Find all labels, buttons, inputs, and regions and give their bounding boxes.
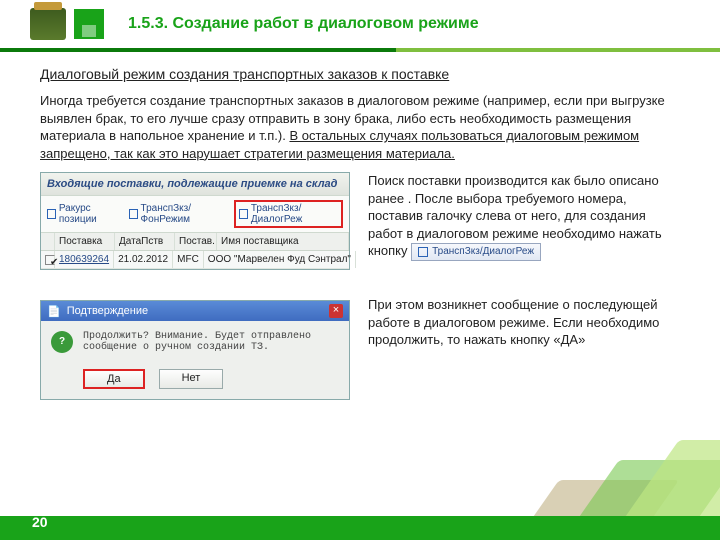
doc-icon xyxy=(129,209,138,219)
deliveries-toolbar: Ракурс позиции ТранспЗкз/ФонРежим Трансп… xyxy=(41,195,349,233)
crest-logo xyxy=(30,8,66,40)
no-button[interactable]: Нет xyxy=(159,369,224,389)
toolbar-view[interactable]: Ракурс позиции xyxy=(47,203,121,225)
brand-square xyxy=(74,9,104,39)
section-subtitle: Диалоговый режим создания транспортных з… xyxy=(40,66,680,82)
yes-button[interactable]: Да xyxy=(83,369,145,389)
close-icon[interactable]: × xyxy=(329,304,343,318)
page-title: 1.5.3. Создание работ в диалоговом режим… xyxy=(128,15,479,33)
grid-header: Поставка ДатаПств Постав. Имя поставщика xyxy=(41,233,349,251)
table-row[interactable]: ✔ 180639264 21.02.2012 MFC ООО "Марвелен… xyxy=(41,251,349,269)
row-checkbox[interactable]: ✔ xyxy=(45,255,55,265)
question-icon: ? xyxy=(51,331,73,353)
toolbar-dialog[interactable]: ТранспЗкз/ДиалогРеж xyxy=(234,200,343,228)
confirm-message: Продолжить? Внимание. Будет отправлено с… xyxy=(83,331,339,353)
instruction-1: Поиск поставки производится как было опи… xyxy=(368,172,680,270)
doc-icon xyxy=(418,247,428,257)
confirm-title: Подтверждение xyxy=(67,305,148,317)
info-icon: 📄 xyxy=(47,305,61,318)
delivery-number[interactable]: 180639264 xyxy=(55,251,114,268)
instruction-2: При этом возникнет сообщение о последующ… xyxy=(368,296,680,400)
deliveries-title: Входящие поставки, подлежащие приемке на… xyxy=(41,173,349,195)
intro-paragraph: Иногда требуется создание транспортных з… xyxy=(40,92,680,162)
confirm-titlebar: 📄 Подтверждение × xyxy=(41,301,349,321)
screenshot-deliveries: Входящие поставки, подлежащие приемке на… xyxy=(40,172,350,270)
footer-bar xyxy=(0,516,720,540)
view-icon xyxy=(47,209,56,219)
doc-icon xyxy=(239,209,248,219)
page-number: 20 xyxy=(32,514,48,530)
dialog-mode-button[interactable]: ТранспЗкз/ДиалогРеж xyxy=(411,243,541,261)
divider xyxy=(0,48,720,52)
toolbar-background[interactable]: ТранспЗкз/ФонРежим xyxy=(129,203,226,225)
screenshot-confirm: 📄 Подтверждение × ? Продолжить? Внимание… xyxy=(40,300,350,400)
